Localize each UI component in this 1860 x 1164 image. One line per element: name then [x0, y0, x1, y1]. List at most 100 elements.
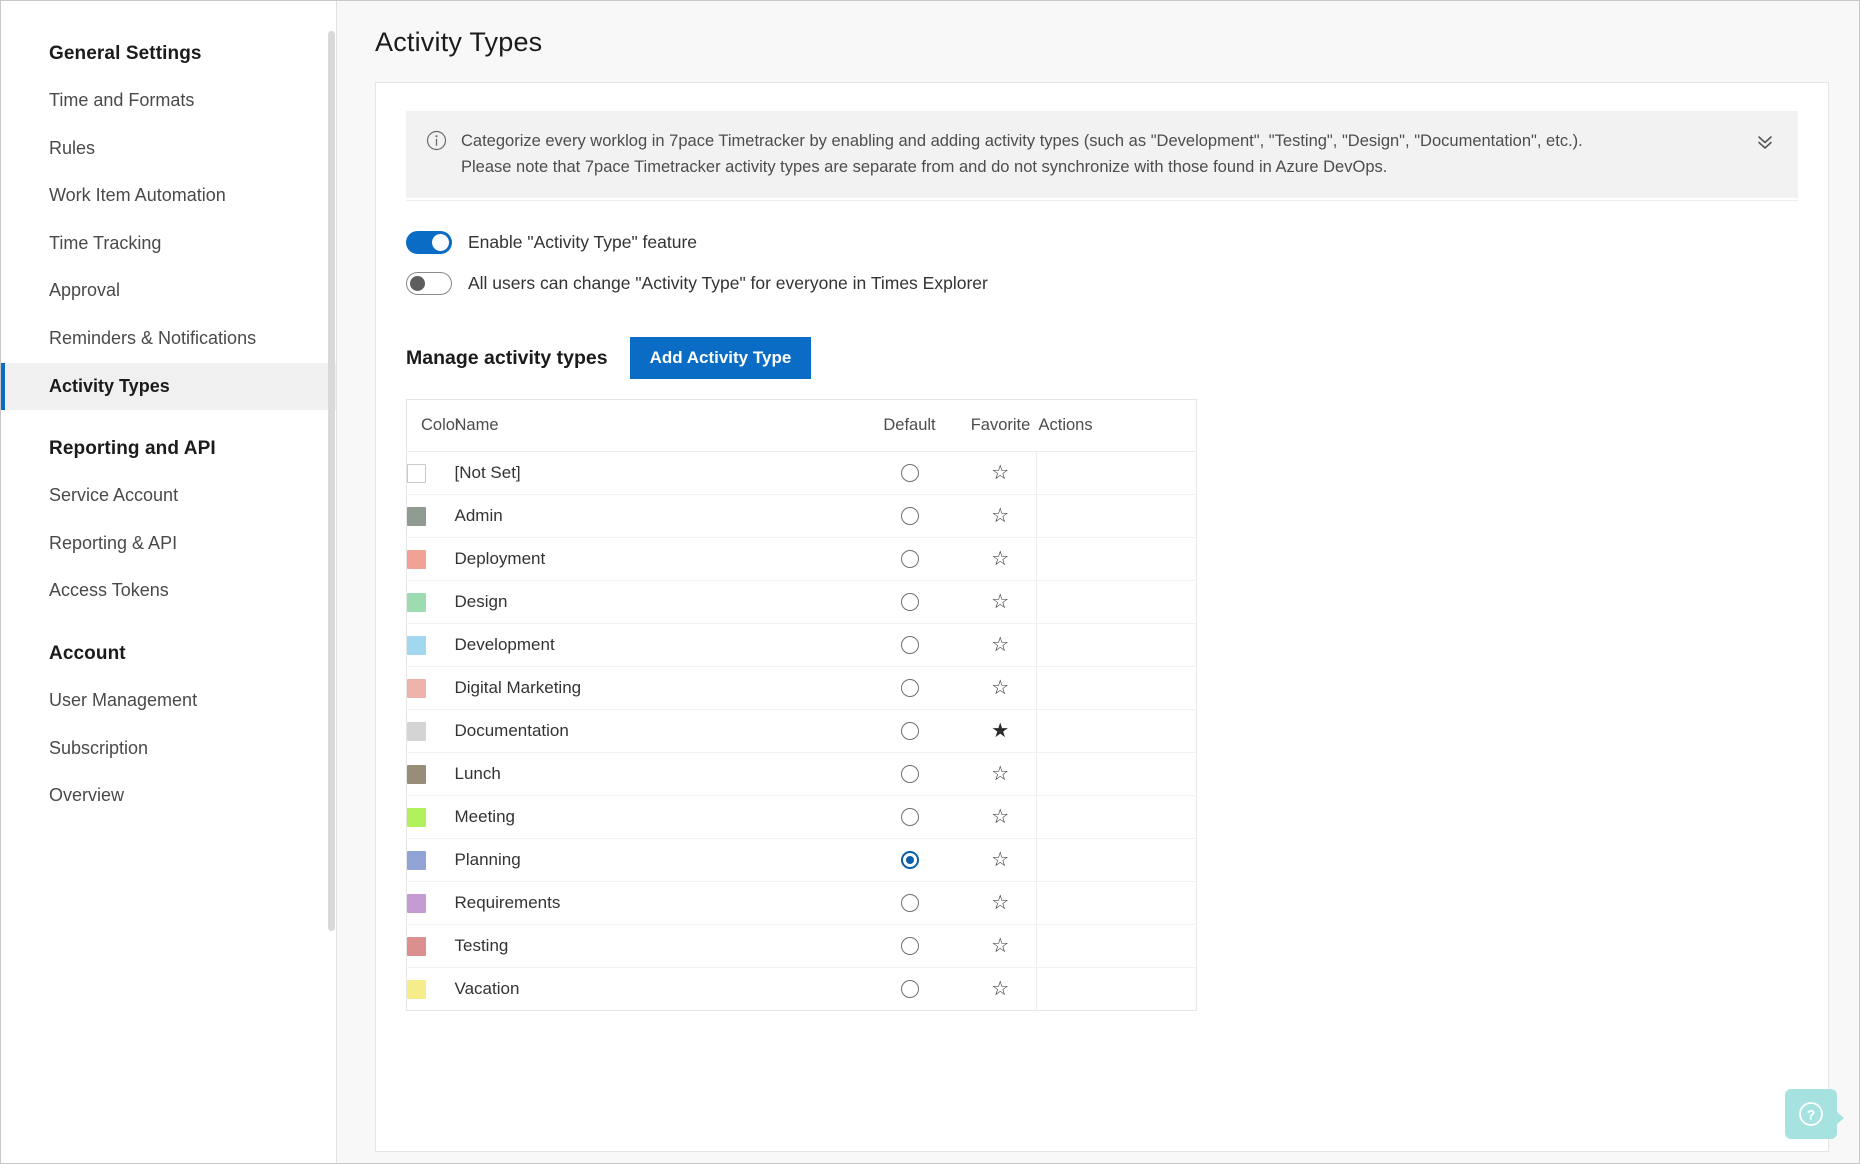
- color-swatch[interactable]: [407, 592, 426, 612]
- star-outline-icon[interactable]: ☆: [991, 635, 1009, 655]
- star-outline-icon[interactable]: ☆: [991, 936, 1009, 956]
- color-swatch[interactable]: [407, 850, 426, 870]
- sidebar-item-user-management[interactable]: User Management: [1, 677, 336, 725]
- star-outline-icon[interactable]: ☆: [991, 678, 1009, 698]
- color-swatch[interactable]: [407, 721, 426, 741]
- color-swatch[interactable]: [407, 764, 426, 784]
- enable-activity-type-toggle[interactable]: [406, 231, 452, 255]
- sidebar-item-approval[interactable]: Approval: [1, 267, 336, 315]
- star-outline-icon[interactable]: ☆: [991, 506, 1009, 526]
- color-swatch[interactable]: [407, 506, 426, 526]
- sidebar-item-work-item-automation[interactable]: Work Item Automation: [1, 172, 336, 220]
- sidebar-item-reminders-notifications[interactable]: Reminders & Notifications: [1, 315, 336, 363]
- color-swatch[interactable]: [407, 678, 426, 698]
- activity-favorite-cell: ☆: [964, 881, 1037, 926]
- activity-favorite-cell: ☆: [964, 838, 1037, 883]
- star-outline-icon[interactable]: ☆: [991, 850, 1009, 870]
- activity-actions-cell: [1036, 795, 1197, 840]
- default-radio-button[interactable]: [900, 507, 919, 525]
- activity-name-cell: Lunch: [454, 752, 855, 797]
- activity-color-cell: [406, 709, 455, 754]
- sidebar-item-time-and-formats[interactable]: Time and Formats: [1, 77, 336, 125]
- table-row: [Not Set] ☆: [406, 451, 1197, 496]
- default-radio-button[interactable]: [900, 808, 919, 826]
- activity-types-card: Categorize every worklog in 7pace Timetr…: [375, 82, 1829, 1152]
- table-row: Digital Marketing ☆: [406, 666, 1197, 711]
- sidebar-item-time-tracking[interactable]: Time Tracking: [1, 220, 336, 268]
- table-row: Planning ☆: [406, 838, 1197, 883]
- table-row: Vacation ☆: [407, 967, 1197, 1011]
- color-swatch[interactable]: [407, 463, 426, 483]
- activity-default-cell: [854, 709, 965, 754]
- activity-color-cell: [406, 537, 455, 582]
- color-swatch[interactable]: [407, 936, 426, 956]
- default-radio-button[interactable]: [900, 722, 919, 740]
- sidebar-item-service-account[interactable]: Service Account: [1, 472, 336, 520]
- color-swatch[interactable]: [407, 807, 426, 827]
- color-swatch[interactable]: [407, 893, 426, 913]
- sidebar-item-activity-types[interactable]: Activity Types: [1, 362, 336, 411]
- activity-name-cell: Admin: [454, 494, 855, 539]
- activity-color-cell: [406, 881, 455, 926]
- activity-color-cell: [407, 968, 455, 1011]
- activity-name-cell: Requirements: [454, 881, 855, 926]
- activity-color-cell: [406, 580, 455, 625]
- default-radio-button[interactable]: [900, 937, 919, 955]
- default-radio-button[interactable]: [900, 980, 919, 998]
- activity-default-cell: [854, 623, 965, 668]
- color-swatch[interactable]: [407, 979, 426, 999]
- default-radio-button[interactable]: [900, 593, 919, 611]
- activity-actions-cell: [1036, 537, 1197, 582]
- star-outline-icon[interactable]: ☆: [991, 807, 1009, 827]
- activity-color-cell: [406, 838, 455, 883]
- table-row: Lunch ☆: [406, 752, 1197, 797]
- activity-default-cell: [854, 881, 965, 926]
- star-outline-icon[interactable]: ☆: [991, 979, 1009, 999]
- page-title: Activity Types: [375, 27, 543, 57]
- table-row: Development ☆: [406, 623, 1197, 668]
- sidebar-scrollbar[interactable]: [328, 31, 335, 931]
- add-activity-type-button[interactable]: Add Activity Type: [629, 337, 812, 380]
- default-radio-button[interactable]: [900, 464, 919, 482]
- color-swatch[interactable]: [407, 635, 426, 655]
- help-widget-button[interactable]: ?: [1785, 1089, 1844, 1139]
- sidebar-item-overview[interactable]: Overview: [1, 772, 336, 820]
- info-banner-text: Categorize every worklog in 7pace Timetr…: [461, 132, 1583, 176]
- activity-name-cell: Digital Marketing: [454, 666, 855, 711]
- manage-activity-types-heading: Manage activity types: [406, 346, 608, 369]
- star-outline-icon[interactable]: ☆: [991, 764, 1009, 784]
- toggle-row: All users can change "Activity Type" for…: [406, 254, 1798, 296]
- manage-activity-types-row: Manage activity types Add Activity Type: [406, 337, 1798, 380]
- activity-favorite-cell: ★: [964, 709, 1037, 754]
- sidebar-group-title: Account: [49, 642, 126, 664]
- star-outline-icon[interactable]: ☆: [991, 549, 1009, 569]
- activity-color-cell: [406, 924, 455, 969]
- default-radio-button[interactable]: [900, 550, 919, 568]
- default-radio-button[interactable]: [900, 765, 919, 783]
- default-radio-button[interactable]: [900, 851, 919, 869]
- activity-actions-cell: [1036, 580, 1197, 625]
- star-filled-icon[interactable]: ★: [991, 721, 1009, 741]
- default-radio-button[interactable]: [900, 679, 919, 697]
- activity-default-cell: [854, 795, 965, 840]
- default-radio-button[interactable]: [900, 894, 919, 912]
- sidebar-item-reporting-api[interactable]: Reporting & API: [1, 520, 336, 568]
- star-outline-icon[interactable]: ☆: [991, 592, 1009, 612]
- activity-default-cell: [855, 968, 965, 1011]
- star-outline-icon[interactable]: ☆: [991, 893, 1009, 913]
- activity-actions-cell: [1036, 881, 1197, 926]
- activity-favorite-cell: ☆: [964, 924, 1037, 969]
- default-radio-button[interactable]: [900, 636, 919, 654]
- sidebar-item-subscription[interactable]: Subscription: [1, 725, 336, 773]
- sidebar-item-access-tokens[interactable]: Access Tokens: [1, 567, 336, 615]
- activity-default-cell: [854, 666, 965, 711]
- activity-color-cell: [406, 451, 455, 496]
- table-row: Requirements ☆: [406, 881, 1197, 926]
- sidebar-item-rules[interactable]: Rules: [1, 125, 336, 173]
- activity-name-cell: Deployment: [454, 537, 855, 582]
- activity-color-cell: [406, 795, 455, 840]
- star-outline-icon[interactable]: ☆: [991, 463, 1009, 483]
- color-swatch[interactable]: [407, 549, 426, 569]
- double-chevron-down-icon[interactable]: [1752, 129, 1778, 155]
- all-users-change-activity-type-toggle[interactable]: [406, 272, 452, 296]
